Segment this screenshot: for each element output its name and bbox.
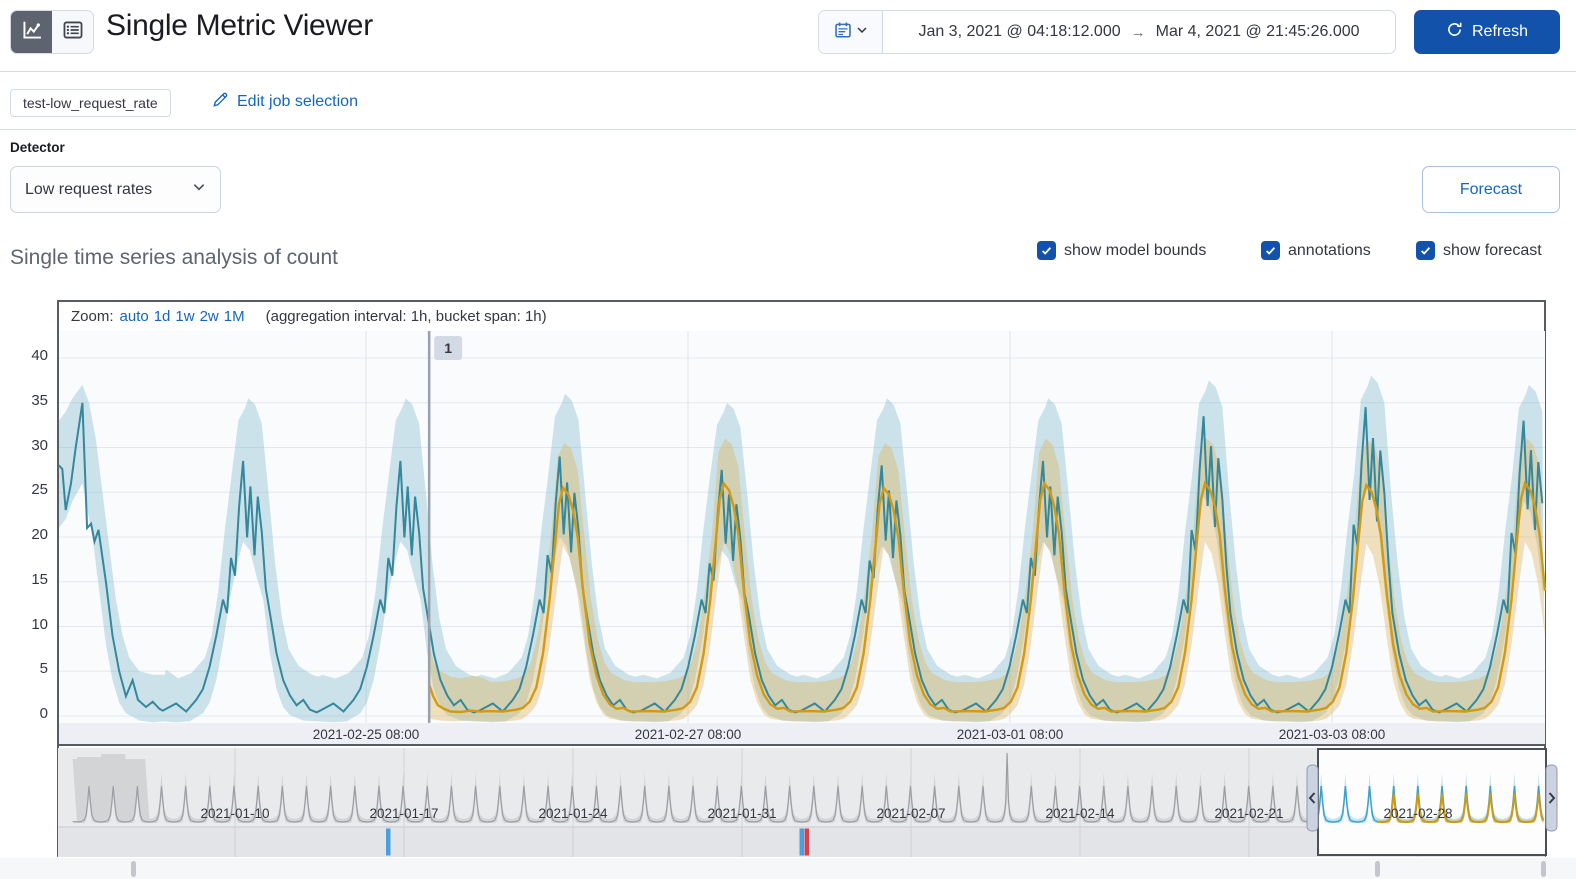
analysis-heading: Single time series analysis of count (10, 246, 338, 269)
annotation-badge-label: 1 (444, 340, 452, 356)
focus-chart[interactable]: 1 2021-02-25 08:00 2021-02-27 08:00 2021-03… (58, 331, 1547, 746)
zoom-link-1M[interactable]: 1M (224, 308, 245, 325)
swimlane-marker[interactable] (799, 828, 805, 856)
brush-handle-right-grip[interactable] (1545, 764, 1558, 832)
context-chart[interactable]: 2021-01-10 2021-01-17 2021-01-24 2021-01-31… (58, 746, 1560, 857)
bottom-strip (0, 858, 1576, 879)
y-axis-tick-label: 5 (39, 660, 48, 678)
checkbox-annotations[interactable]: annotations (1261, 241, 1371, 260)
calendar-icon (834, 21, 852, 44)
context-date-label: 2021-01-10 (200, 806, 269, 821)
view-toggle-group (10, 10, 94, 54)
checkbox-label: show forecast (1443, 241, 1542, 259)
y-axis-tick-label: 40 (31, 347, 48, 364)
checkbox-show-model-bounds[interactable]: show model bounds (1037, 241, 1206, 260)
time-range-end[interactable]: Mar 4, 2021 @ 21:45:26.000 (1156, 23, 1360, 41)
pencil-icon (212, 91, 229, 113)
x-axis-tick-label: 2021-03-03 08:00 (1279, 727, 1386, 742)
y-axis-tick-label: 15 (31, 570, 48, 588)
table-view-toggle-button[interactable] (52, 11, 93, 53)
zoom-link-1d[interactable]: 1d (154, 308, 171, 325)
context-date-label: 2021-01-31 (707, 806, 776, 821)
swimlane-marker[interactable] (804, 828, 810, 856)
job-id-badge[interactable]: test-low_request_rate (10, 89, 171, 117)
time-range-start[interactable]: Jan 3, 2021 @ 04:18:12.000 (918, 23, 1120, 41)
zoom-link-auto[interactable]: auto (120, 308, 149, 325)
zoom-label: Zoom: (71, 308, 114, 325)
y-axis-tick-label: 10 (31, 615, 48, 633)
job-bar-divider (0, 129, 1576, 130)
y-axis-tick-label: 0 (39, 705, 48, 722)
aggregation-interval-text: (aggregation interval: 1h, bucket span: … (265, 308, 547, 325)
chevron-down-icon (856, 23, 868, 41)
line-chart-icon (21, 19, 43, 46)
checkbox-label: show model bounds (1064, 241, 1207, 259)
x-axis-tick-label: 2021-02-25 08:00 (313, 727, 420, 742)
detector-selected-value: Low request rates (25, 180, 153, 198)
zoom-links: auto 1d 1w 2w 1M (120, 308, 250, 325)
x-axis-tick-label: 2021-03-01 08:00 (957, 727, 1064, 742)
refresh-button[interactable]: Refresh (1414, 10, 1560, 54)
checkbox-checked-icon[interactable] (1037, 241, 1056, 260)
y-axis-tick-label: 20 (31, 526, 48, 543)
single-metric-viewer-page: Single Metric Viewer Jan 3, 2021 @ 04:18… (0, 0, 1576, 879)
page-title: Single Metric Viewer (106, 9, 373, 42)
brush-handle-right[interactable] (1545, 764, 1558, 832)
context-date-label: 2021-02-14 (1045, 806, 1115, 821)
time-range-picker: Jan 3, 2021 @ 04:18:12.000 → Mar 4, 2021… (818, 10, 1396, 54)
checkbox-checked-icon[interactable] (1416, 241, 1435, 260)
checkbox-checked-icon[interactable] (1261, 241, 1280, 260)
context-date-label: 2021-02-07 (876, 806, 945, 821)
detector-select[interactable]: Low request rates (10, 166, 221, 213)
y-axis-tick-label: 35 (31, 391, 48, 409)
context-date-label: 2021-02-21 (1214, 806, 1283, 821)
y-axis-tick-label: 25 (31, 481, 48, 499)
header-divider (0, 71, 1576, 72)
edit-job-selection[interactable]: Edit job selection (212, 91, 358, 113)
context-date-label: 2021-01-17 (369, 806, 438, 821)
zoom-link-2w[interactable]: 2w (200, 308, 219, 325)
time-range-display[interactable]: Jan 3, 2021 @ 04:18:12.000 → Mar 4, 2021… (883, 11, 1395, 53)
forecast-button[interactable]: Forecast (1422, 166, 1560, 213)
zoom-link-1w[interactable]: 1w (175, 308, 194, 325)
detector-label: Detector (10, 140, 65, 155)
context-date-label: 2021-02-28 (1383, 806, 1452, 821)
bottom-marker-pill[interactable] (1541, 861, 1546, 877)
refresh-button-label: Refresh (1471, 23, 1529, 40)
checkbox-show-forecast[interactable]: show forecast (1416, 241, 1542, 260)
chart-zoom-controls: Zoom: auto 1d 1w 2w 1M (aggregation interval… (59, 302, 1544, 331)
edit-job-selection-link[interactable]: Edit job selection (237, 93, 358, 111)
date-picker-menu-button[interactable] (819, 11, 883, 53)
data-table-icon (62, 19, 84, 46)
brush-handle-left-grip[interactable] (1306, 764, 1319, 832)
context-date-label: 2021-01-24 (538, 806, 608, 821)
swimlane-marker[interactable] (386, 828, 391, 856)
x-axis-tick-label: 2021-02-27 08:00 (635, 727, 742, 742)
chart-view-toggle-button[interactable] (11, 11, 52, 53)
bottom-marker-pill[interactable] (131, 861, 136, 877)
brush-selection-background (1318, 749, 1546, 855)
checkbox-label: annotations (1288, 241, 1371, 259)
chevron-down-icon (192, 180, 206, 199)
bottom-marker-pill[interactable] (1375, 861, 1380, 877)
brush-handle-left[interactable] (1306, 764, 1319, 832)
right-arrow-icon: → (1130, 23, 1146, 41)
y-axis-tick-label: 30 (31, 436, 48, 454)
refresh-icon (1446, 21, 1463, 43)
